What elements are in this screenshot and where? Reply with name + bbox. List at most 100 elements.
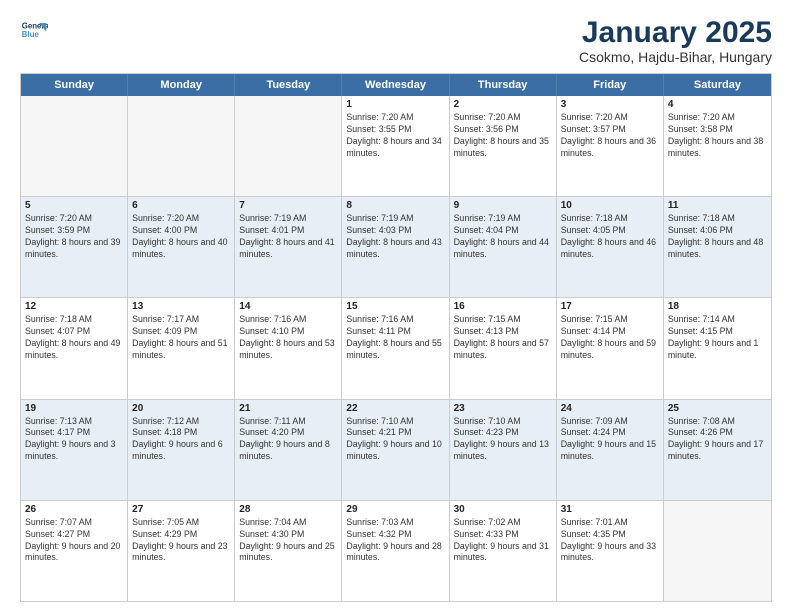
day-info: Sunrise: 7:19 AMSunset: 4:03 PMDaylight:… xyxy=(346,213,444,261)
day-number: 31 xyxy=(561,504,659,515)
day-number: 14 xyxy=(239,301,337,312)
day-info: Sunrise: 7:01 AMSunset: 4:35 PMDaylight:… xyxy=(561,517,659,565)
day-cell-21: 21 Sunrise: 7:11 AMSunset: 4:20 PMDayligh… xyxy=(235,400,342,500)
day-info: Sunrise: 7:17 AMSunset: 4:09 PMDaylight:… xyxy=(132,314,230,362)
empty-cell xyxy=(128,96,235,196)
day-cell-17: 17 Sunrise: 7:15 AMSunset: 4:14 PMDayligh… xyxy=(557,298,664,398)
day-info: Sunrise: 7:09 AMSunset: 4:24 PMDaylight:… xyxy=(561,416,659,464)
day-cell-30: 30 Sunrise: 7:02 AMSunset: 4:33 PMDayligh… xyxy=(450,501,557,601)
day-info: Sunrise: 7:10 AMSunset: 4:23 PMDaylight:… xyxy=(454,416,552,464)
day-cell-6: 6 Sunrise: 7:20 AMSunset: 4:00 PMDaylight… xyxy=(128,197,235,297)
header-day-monday: Monday xyxy=(128,74,235,96)
header-day-thursday: Thursday xyxy=(450,74,557,96)
day-info: Sunrise: 7:13 AMSunset: 4:17 PMDaylight:… xyxy=(25,416,123,464)
day-number: 17 xyxy=(561,301,659,312)
day-number: 3 xyxy=(561,99,659,110)
day-info: Sunrise: 7:19 AMSunset: 4:04 PMDaylight:… xyxy=(454,213,552,261)
day-cell-11: 11Sunrise: 7:18 AMSunset: 4:06 PMDayligh… xyxy=(664,197,771,297)
svg-text:Blue: Blue xyxy=(22,30,40,39)
location-title: Csokmo, Hajdu-Bihar, Hungary xyxy=(579,49,772,65)
day-info: Sunrise: 7:19 AMSunset: 4:01 PMDaylight:… xyxy=(239,213,337,261)
week-row-5: 26 Sunrise: 7:07 AMSunset: 4:27 PMDayligh… xyxy=(21,500,771,601)
logo-icon: General Blue xyxy=(20,16,48,44)
day-number: 15 xyxy=(346,301,444,312)
day-cell-3: 3 Sunrise: 7:20 AMSunset: 3:57 PMDaylight… xyxy=(557,96,664,196)
day-number: 18 xyxy=(668,301,767,312)
day-cell-18: 18 Sunrise: 7:14 AMSunset: 4:15 PMDayligh… xyxy=(664,298,771,398)
day-number: 4 xyxy=(668,99,767,110)
day-cell-13: 13 Sunrise: 7:17 AMSunset: 4:09 PMDayligh… xyxy=(128,298,235,398)
day-info: Sunrise: 7:20 AMSunset: 3:59 PMDaylight:… xyxy=(25,213,123,261)
day-cell-2: 2Sunrise: 7:20 AMSunset: 3:56 PMDaylight… xyxy=(450,96,557,196)
day-cell-23: 23 Sunrise: 7:10 AMSunset: 4:23 PMDayligh… xyxy=(450,400,557,500)
header-day-wednesday: Wednesday xyxy=(342,74,449,96)
day-cell-8: 8Sunrise: 7:19 AMSunset: 4:03 PMDaylight… xyxy=(342,197,449,297)
day-number: 6 xyxy=(132,200,230,211)
day-cell-12: 12Sunrise: 7:18 AMSunset: 4:07 PMDayligh… xyxy=(21,298,128,398)
day-info: Sunrise: 7:05 AMSunset: 4:29 PMDaylight:… xyxy=(132,517,230,565)
day-cell-15: 15 Sunrise: 7:16 AMSunset: 4:11 PMDayligh… xyxy=(342,298,449,398)
empty-cell xyxy=(235,96,342,196)
day-info: Sunrise: 7:07 AMSunset: 4:27 PMDaylight:… xyxy=(25,517,123,565)
day-cell-24: 24 Sunrise: 7:09 AMSunset: 4:24 PMDayligh… xyxy=(557,400,664,500)
day-cell-29: 29 Sunrise: 7:03 AMSunset: 4:32 PMDayligh… xyxy=(342,501,449,601)
day-info: Sunrise: 7:18 AMSunset: 4:06 PMDaylight:… xyxy=(668,213,767,261)
day-cell-26: 26 Sunrise: 7:07 AMSunset: 4:27 PMDayligh… xyxy=(21,501,128,601)
day-cell-27: 27 Sunrise: 7:05 AMSunset: 4:29 PMDayligh… xyxy=(128,501,235,601)
day-cell-25: 25 Sunrise: 7:08 AMSunset: 4:26 PMDayligh… xyxy=(664,400,771,500)
day-cell-5: 5Sunrise: 7:20 AMSunset: 3:59 PMDaylight… xyxy=(21,197,128,297)
day-info: Sunrise: 7:18 AMSunset: 4:05 PMDaylight:… xyxy=(561,213,659,261)
day-number: 22 xyxy=(346,403,444,414)
day-number: 29 xyxy=(346,504,444,515)
day-cell-20: 20 Sunrise: 7:12 AMSunset: 4:18 PMDayligh… xyxy=(128,400,235,500)
day-number: 21 xyxy=(239,403,337,414)
day-cell-9: 9Sunrise: 7:19 AMSunset: 4:04 PMDaylight… xyxy=(450,197,557,297)
day-number: 16 xyxy=(454,301,552,312)
day-number: 13 xyxy=(132,301,230,312)
day-info: Sunrise: 7:02 AMSunset: 4:33 PMDaylight:… xyxy=(454,517,552,565)
day-info: Sunrise: 7:16 AMSunset: 4:11 PMDaylight:… xyxy=(346,314,444,362)
day-cell-4: 4 Sunrise: 7:20 AMSunset: 3:58 PMDaylight… xyxy=(664,96,771,196)
day-info: Sunrise: 7:20 AMSunset: 3:58 PMDaylight:… xyxy=(668,112,767,160)
day-info: Sunrise: 7:20 AMSunset: 3:55 PMDaylight:… xyxy=(346,112,444,160)
title-block: January 2025 Csokmo, Hajdu-Bihar, Hungar… xyxy=(579,16,772,65)
week-row-2: 5Sunrise: 7:20 AMSunset: 3:59 PMDaylight… xyxy=(21,196,771,297)
day-info: Sunrise: 7:11 AMSunset: 4:20 PMDaylight:… xyxy=(239,416,337,464)
day-number: 30 xyxy=(454,504,552,515)
day-cell-16: 16 Sunrise: 7:15 AMSunset: 4:13 PMDayligh… xyxy=(450,298,557,398)
logo: General Blue xyxy=(20,16,48,44)
day-number: 19 xyxy=(25,403,123,414)
empty-cell xyxy=(664,501,771,601)
day-info: Sunrise: 7:10 AMSunset: 4:21 PMDaylight:… xyxy=(346,416,444,464)
day-info: Sunrise: 7:14 AMSunset: 4:15 PMDaylight:… xyxy=(668,314,767,362)
day-number: 20 xyxy=(132,403,230,414)
week-row-3: 12Sunrise: 7:18 AMSunset: 4:07 PMDayligh… xyxy=(21,297,771,398)
day-number: 23 xyxy=(454,403,552,414)
day-info: Sunrise: 7:15 AMSunset: 4:13 PMDaylight:… xyxy=(454,314,552,362)
header-day-sunday: Sunday xyxy=(21,74,128,96)
day-cell-19: 19 Sunrise: 7:13 AMSunset: 4:17 PMDayligh… xyxy=(21,400,128,500)
day-info: Sunrise: 7:03 AMSunset: 4:32 PMDaylight:… xyxy=(346,517,444,565)
day-cell-28: 28Sunrise: 7:04 AMSunset: 4:30 PMDayligh… xyxy=(235,501,342,601)
page: General Blue January 2025 Csokmo, Hajdu-… xyxy=(0,0,792,612)
day-number: 26 xyxy=(25,504,123,515)
day-info: Sunrise: 7:20 AMSunset: 4:00 PMDaylight:… xyxy=(132,213,230,261)
day-number: 24 xyxy=(561,403,659,414)
calendar-header: SundayMondayTuesdayWednesdayThursdayFrid… xyxy=(21,74,771,96)
header-day-tuesday: Tuesday xyxy=(235,74,342,96)
day-cell-22: 22 Sunrise: 7:10 AMSunset: 4:21 PMDayligh… xyxy=(342,400,449,500)
day-number: 27 xyxy=(132,504,230,515)
calendar-body: 1 Sunrise: 7:20 AMSunset: 3:55 PMDaylight… xyxy=(21,96,771,601)
day-number: 25 xyxy=(668,403,767,414)
day-info: Sunrise: 7:15 AMSunset: 4:14 PMDaylight:… xyxy=(561,314,659,362)
calendar: SundayMondayTuesdayWednesdayThursdayFrid… xyxy=(20,73,772,602)
day-info: Sunrise: 7:20 AMSunset: 3:57 PMDaylight:… xyxy=(561,112,659,160)
header: General Blue January 2025 Csokmo, Hajdu-… xyxy=(20,16,772,65)
day-info: Sunrise: 7:08 AMSunset: 4:26 PMDaylight:… xyxy=(668,416,767,464)
day-cell-31: 31 Sunrise: 7:01 AMSunset: 4:35 PMDayligh… xyxy=(557,501,664,601)
day-number: 7 xyxy=(239,200,337,211)
header-day-saturday: Saturday xyxy=(664,74,771,96)
day-number: 1 xyxy=(346,99,444,110)
day-info: Sunrise: 7:12 AMSunset: 4:18 PMDaylight:… xyxy=(132,416,230,464)
day-info: Sunrise: 7:04 AMSunset: 4:30 PMDaylight:… xyxy=(239,517,337,565)
